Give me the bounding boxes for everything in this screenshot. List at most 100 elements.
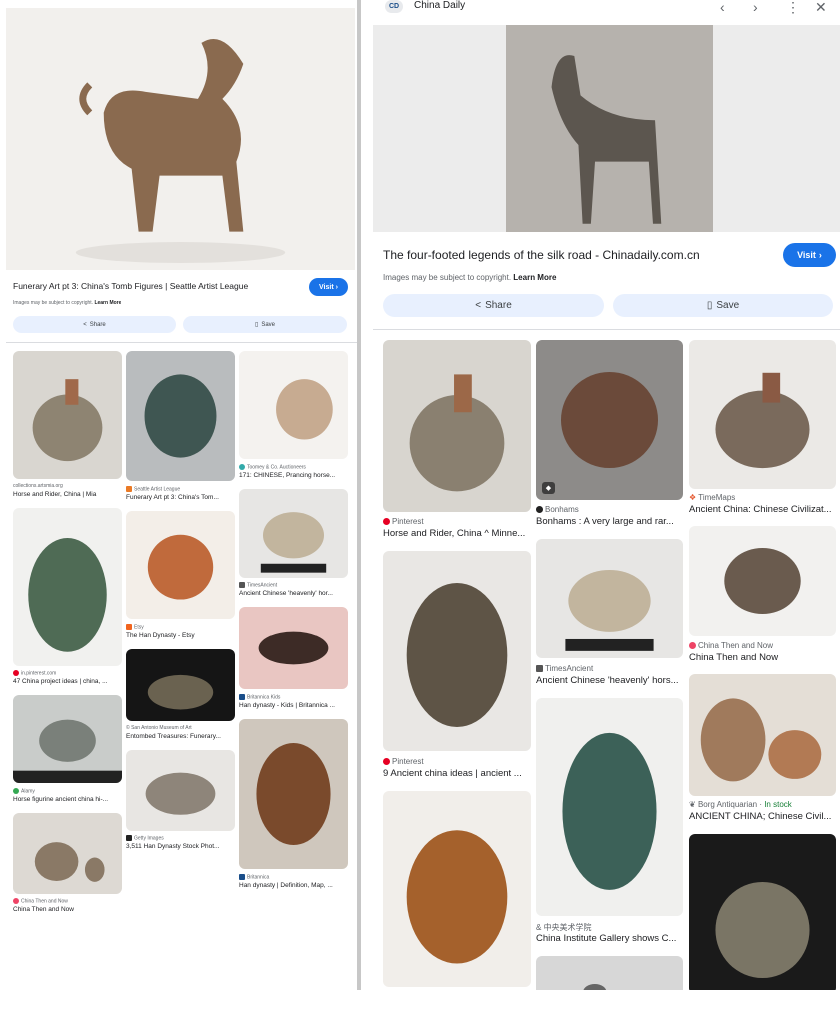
share-button[interactable]: < Share [13,316,176,333]
result-image[interactable] [689,526,836,636]
visit-button[interactable]: Visit › [309,278,348,296]
copyright-text: Images may be subject to copyright. [13,300,94,306]
result-image[interactable] [689,834,836,994]
result-title[interactable]: Ancient China: Chinese Civilizat... [689,504,836,515]
glazed-horse-image [239,719,348,869]
result-image[interactable] [239,351,348,459]
result-title[interactable]: Bonhams : A very large and rar... [536,516,683,527]
result-image[interactable] [126,649,235,721]
result-image[interactable] [383,340,531,512]
result-title[interactable]: Han dynasty - Kids | Britannica ... [239,702,348,709]
bookmark-icon: ▯ [706,300,713,311]
result-title[interactable]: ANCIENT CHINA; Chinese Civil... [689,811,836,822]
result-source: ❖ TimeMaps [689,493,836,502]
source-label: Bonhams [545,505,579,514]
result-image[interactable] [239,719,348,869]
horse-figures-image [689,674,836,796]
save-button[interactable]: ▯ Save [613,294,833,317]
horse-rider-image [383,340,531,512]
site-icon [126,486,132,492]
result-title[interactable]: Ancient Chinese 'heavenly' hor... [239,590,348,597]
copyright-notice: Images may be subject to copyright. Lear… [13,300,121,306]
chevron-right-icon: › [335,283,338,291]
result-title[interactable]: Ancient Chinese 'heavenly' hors... [536,675,683,686]
pinterest-icon [383,518,390,526]
share-icon: < [475,300,482,311]
bronze-horse-image [126,351,235,481]
result-image[interactable] [383,551,531,751]
result-title[interactable]: Entombed Treasures: Funerary... [126,733,235,740]
result-image[interactable] [536,539,683,658]
result-source: Britannica [239,874,348,880]
large-horse-image [536,340,683,500]
result-source: ❦ Borg Antiquarian · In stock [689,800,836,809]
result-image[interactable] [239,489,348,578]
result-image[interactable] [13,351,122,479]
result-image[interactable] [383,791,531,987]
preview-title[interactable]: The four-footed legends of the silk road… [383,248,763,262]
result-title[interactable]: 171: CHINESE, Prancing horse... [239,472,348,479]
chevron-right-icon[interactable]: › [753,0,758,14]
save-button[interactable]: ▯ Save [183,316,347,333]
result-title[interactable]: Funerary Art pt 3: China's Tom... [126,494,235,501]
learn-more-link[interactable]: Learn More [513,273,556,282]
result-source: Pinterest [383,757,531,766]
source-label: Etsy [134,624,144,631]
share-label: Share [89,321,106,328]
result-title[interactable]: China Then and Now [13,906,122,913]
horse-figure-image [126,750,235,831]
result-image[interactable] [126,351,235,481]
result-image[interactable] [126,511,235,619]
chevron-left-icon[interactable]: ‹ [720,0,725,14]
result-image[interactable] [126,750,235,831]
result-image[interactable] [13,813,122,894]
heavenly-horse-image [239,489,348,578]
result-image[interactable] [689,340,836,489]
result-title[interactable]: Han dynasty | Definition, Map, ... [239,882,348,889]
more-vert-icon[interactable]: ⋮ [786,0,800,14]
site-name[interactable]: China Daily [414,0,465,11]
close-icon[interactable]: ✕ [815,0,827,14]
source-label: TimesAncient [545,664,594,673]
result-source: Alamy [13,788,122,794]
pinterest-icon [13,670,19,676]
result-title[interactable]: The Han Dynasty - Etsy [126,632,235,639]
result-source: & 中央美术学院 [536,922,683,933]
source-label: Britannica [247,874,270,881]
site-icon: ❦ [689,800,698,809]
share-button[interactable]: < Share [383,294,604,317]
result-image[interactable] [689,674,836,796]
result-title[interactable]: China Institute Gallery shows C... [536,933,683,944]
result-title[interactable]: China Then and Now [689,652,836,663]
visit-button[interactable]: Visit › [783,243,836,267]
source-label: TimeMaps [698,493,736,502]
horse-rider-image [13,813,122,894]
result-source: China Then and Now [689,641,836,650]
save-label: Save [261,321,275,328]
getty-icon [126,835,132,841]
result-image[interactable] [13,695,122,783]
site-icon [689,642,696,650]
preview-title[interactable]: Funerary Art pt 3: China's Tomb Figures … [13,281,303,291]
source-label: Pinterest [392,517,424,526]
result-source: © San Antonio Museum of Art [126,725,235,731]
timemaps-icon: ❖ [689,493,699,502]
result-image[interactable]: ◆ [536,340,683,500]
learn-more-link[interactable]: Learn More [94,300,121,306]
result-title[interactable]: Horse and Rider, China | Mia [13,491,122,498]
main-preview-image[interactable] [506,25,713,232]
horse-rider-image [126,649,235,721]
main-preview-image[interactable] [6,8,355,270]
result-source: TimesAncient [239,582,348,588]
bookmark-icon: ▯ [255,322,259,328]
result-title[interactable]: Horse figurine ancient china hi-... [13,796,122,803]
result-source: Etsy [126,624,235,630]
result-title[interactable]: Horse and Rider, China ^ Minne... [383,528,531,539]
result-image[interactable] [536,698,683,916]
result-title[interactable]: 47 China project ideas | china, ... [13,678,122,685]
result-image[interactable] [13,508,122,666]
result-title[interactable]: 9 Ancient china ideas | ancient ... [383,768,531,779]
site-icon [239,464,245,470]
result-image[interactable] [239,607,348,689]
result-title[interactable]: 3,511 Han Dynasty Stock Phot... [126,843,235,850]
